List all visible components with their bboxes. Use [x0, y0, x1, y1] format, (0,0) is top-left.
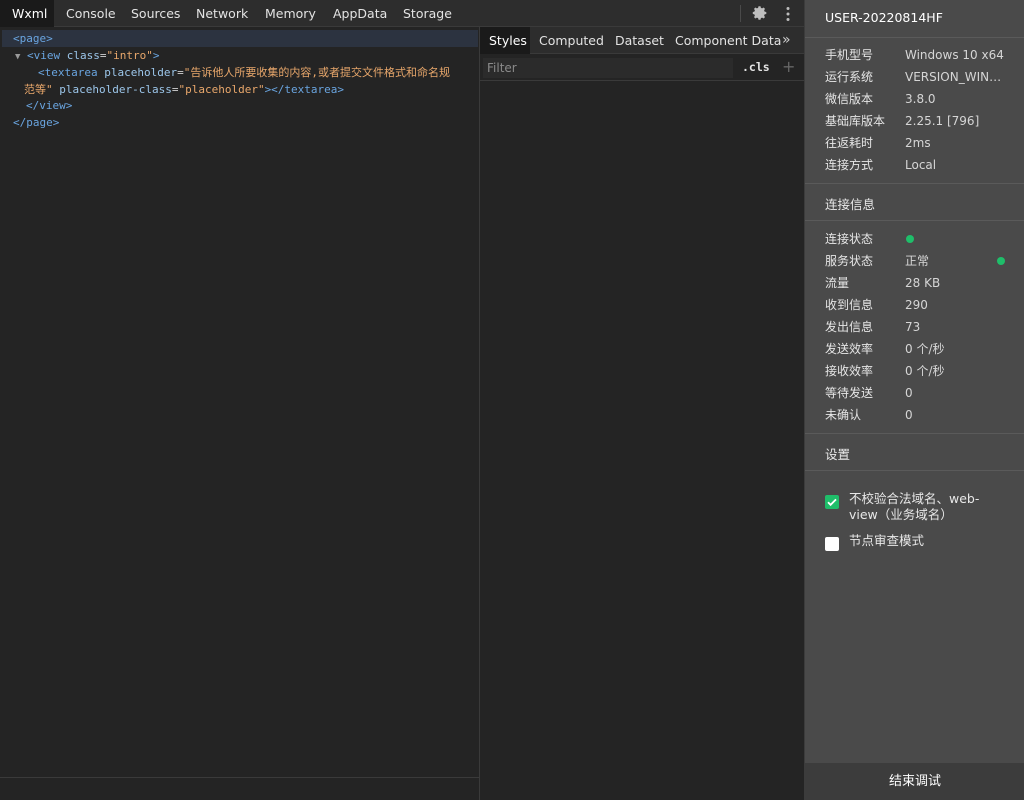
textarea-attr-placeholder-class: placeholder-class — [59, 83, 172, 96]
page-close-tag: </page> — [13, 116, 60, 129]
tree-node-view-close[interactable]: </view> — [26, 97, 72, 114]
tree-node-textarea-cont: 范等" placeholder-class="placeholder"></te… — [24, 83, 345, 96]
view-tag: <view — [27, 49, 61, 62]
view-attr-name: class — [66, 49, 100, 62]
textarea-attr-placeholder: placeholder — [104, 66, 178, 79]
conn-row: 连接状态 — [825, 230, 1015, 248]
tab-memory[interactable]: Memory — [265, 0, 316, 27]
tree-node-textarea[interactable]: <textarea placeholder="告诉他人所要收集的内容,或者提交文… — [38, 64, 450, 81]
tab-computed[interactable]: Computed — [539, 27, 604, 54]
tab-component-data[interactable]: Component Data — [675, 27, 781, 54]
tab-dataset[interactable]: Dataset — [615, 27, 664, 54]
conn-row: 未确认 0 — [825, 408, 913, 422]
tab-network[interactable]: Network — [196, 0, 248, 27]
skip-domain-check-checkbox[interactable] — [825, 495, 839, 509]
add-rule-icon[interactable]: + — [782, 57, 795, 76]
view-attr-value: "intro" — [106, 49, 153, 62]
gear-icon[interactable] — [752, 5, 768, 21]
page-open-tag: <page> — [13, 32, 53, 45]
skip-domain-check-label[interactable]: 不校验合法域名、web-view（业务域名） — [849, 491, 999, 523]
styles-filter-row: .cls + — [480, 55, 804, 81]
tab-wxml[interactable]: Wxml — [0, 0, 54, 27]
device-name: USER-20220814HF — [825, 10, 943, 25]
wxml-tree-panel: <page> ▼ <view class="intro"> <textarea … — [0, 27, 479, 800]
devtools-tab-bar: Wxml Console Sources Network Memory AppD… — [0, 0, 804, 27]
conn-row: 接收效率 0 个/秒 — [825, 364, 945, 378]
info-row: 往返耗时 2ms — [825, 136, 931, 150]
toolbar-separator — [740, 5, 741, 22]
styles-filter-input[interactable] — [483, 58, 733, 78]
styles-tab-bar: Styles Computed Dataset Component Data » — [480, 27, 804, 54]
tab-console[interactable]: Console — [66, 0, 116, 27]
more-options-icon[interactable] — [784, 6, 792, 22]
settings-section-title: 设置 — [825, 447, 851, 462]
view-tag-close: > — [152, 49, 160, 62]
info-row: 手机型号 Windows 10 x64 — [825, 48, 1004, 62]
info-row: 连接方式 Local — [825, 158, 937, 172]
conn-row: 发送效率 0 个/秒 — [825, 342, 945, 356]
conn-row: 收到信息 290 — [825, 298, 928, 312]
conn-row: 等待发送 0 — [825, 386, 913, 400]
info-row: 微信版本 3.8.0 — [825, 92, 936, 106]
tab-styles[interactable]: Styles — [480, 27, 530, 54]
cls-toggle-button[interactable]: .cls — [742, 60, 770, 74]
conn-row: 服务状态 正常 — [825, 252, 1015, 270]
divider — [805, 470, 1024, 471]
conn-row: 发出信息 73 — [825, 320, 921, 334]
info-row: 运行系统 VERSION_WIN_L... — [825, 70, 1005, 84]
textarea-placeholder-class-value: "placeholder" — [178, 83, 265, 96]
styles-panel: Styles Computed Dataset Component Data »… — [480, 27, 804, 800]
checkmark-icon — [827, 498, 837, 507]
textarea-placeholder-value-cont: 范等" — [24, 83, 53, 96]
tab-sources[interactable]: Sources — [131, 0, 180, 27]
tree-node-page-close[interactable]: </page> — [13, 114, 59, 131]
textarea-placeholder-value: "告诉他人所要收集的内容,或者提交文件格式和命名规 — [183, 66, 450, 79]
tree-node-page[interactable]: <page> — [2, 30, 478, 47]
info-row: 基础库版本 2.25.1 [796] — [825, 114, 980, 128]
divider — [805, 220, 1024, 221]
divider — [805, 433, 1024, 434]
more-tabs-chevron-icon[interactable]: » — [782, 32, 791, 48]
tab-storage[interactable]: Storage — [403, 0, 452, 27]
node-inspect-checkbox[interactable] — [825, 537, 839, 551]
textarea-tag: <textarea — [38, 66, 98, 79]
service-status-dot — [997, 257, 1005, 265]
textarea-close-tag: ></textarea> — [264, 83, 345, 96]
tab-appdata[interactable]: AppData — [333, 0, 387, 27]
tree-node-view[interactable]: ▼ <view class="intro"> — [15, 47, 160, 64]
divider — [805, 37, 1024, 38]
debug-info-panel: USER-20220814HF 手机型号 Windows 10 x64 运行系统 V… — [804, 0, 1024, 800]
conn-row: 流量 28 KB — [825, 276, 941, 290]
node-inspect-label[interactable]: 节点审查模式 — [849, 533, 924, 549]
divider — [805, 183, 1024, 184]
expand-triangle-icon[interactable]: ▼ — [15, 52, 20, 62]
wxml-breadcrumb-divider — [0, 777, 479, 778]
view-close-tag: </view> — [26, 99, 73, 112]
end-debug-button[interactable]: 结束调试 — [805, 763, 1024, 800]
connection-section-title: 连接信息 — [825, 197, 876, 212]
connection-status-dot — [906, 235, 914, 243]
